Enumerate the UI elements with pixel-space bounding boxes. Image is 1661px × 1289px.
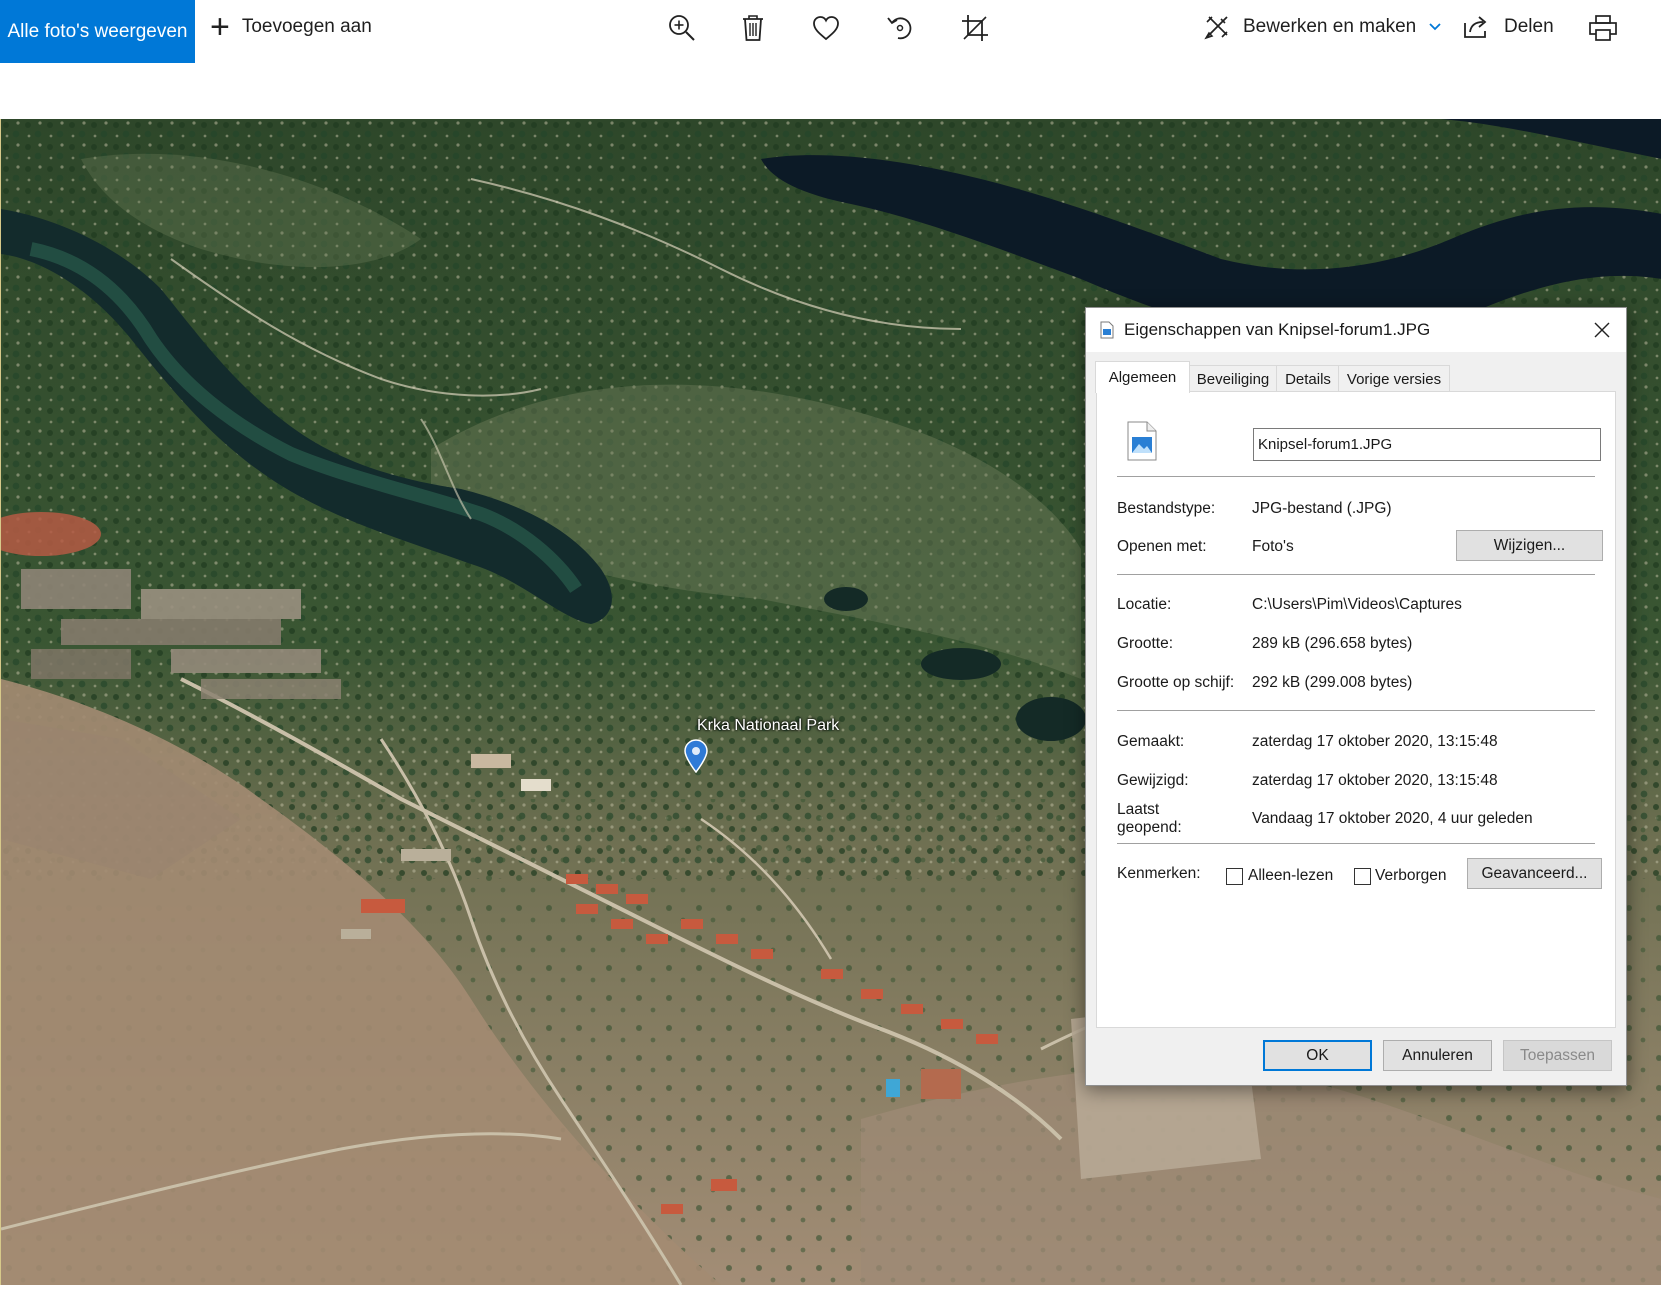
advanced-button[interactable]: Geavanceerd... [1467,858,1602,889]
separator [1117,843,1595,844]
tab-security[interactable]: Beveiliging [1188,365,1278,392]
add-to-button[interactable]: + Toevoegen aan [210,0,372,54]
print-button[interactable] [1583,10,1623,46]
add-to-label: Toevoegen aan [241,16,372,37]
open-with-label: Openen met: [1117,538,1207,555]
open-with-value: Foto's [1252,538,1294,555]
zoom-in-icon [669,15,695,41]
crop-icon [962,15,988,41]
edit-create-menu[interactable]: Bewerken en maken [1203,8,1442,46]
location-label: Locatie: [1117,596,1172,613]
app-toolbar: Alle foto's weergeven + Toevoegen aan Be… [0,0,1661,118]
hidden-label: Verborgen [1375,867,1447,884]
share-label: Delen [1504,16,1554,37]
printer-icon [1589,15,1617,41]
tab-details[interactable]: Details [1276,365,1340,392]
size-value: 289 kB (296.658 bytes) [1252,635,1413,652]
hidden-checkbox[interactable] [1354,868,1371,885]
location-value: C:\Users\Pim\Videos\Captures [1252,596,1462,613]
delete-button[interactable] [733,10,773,46]
apply-button[interactable]: Toepassen [1503,1040,1612,1071]
rotate-button[interactable] [880,10,920,46]
cancel-button[interactable]: Annuleren [1383,1040,1492,1071]
favorite-button[interactable] [806,10,846,46]
rotate-icon [887,17,912,40]
ok-button[interactable]: OK [1263,1040,1372,1071]
chevron-down-icon [1429,23,1441,31]
size-on-disk-label: Grootte op schijf: [1117,674,1235,691]
close-button[interactable] [1590,318,1614,342]
tab-general[interactable]: Algemeen [1095,361,1190,393]
created-label: Gemaakt: [1117,733,1185,750]
edit-create-label: Bewerken en maken [1243,16,1417,37]
image-file-icon [1100,321,1114,339]
attributes-label: Kenmerken: [1117,865,1201,882]
size-label: Grootte: [1117,635,1173,652]
tab-previous-versions[interactable]: Vorige versies [1338,365,1450,392]
zoom-in-button[interactable] [662,10,702,46]
trash-icon [743,15,763,41]
file-type-label: Bestandstype: [1117,500,1216,517]
properties-dialog: Eigenschappen van Knipsel-forum1.JPG Alg… [1085,307,1627,1086]
close-icon [1594,322,1610,338]
modified-value: zaterdag 17 oktober 2020, 13:15:48 [1252,772,1498,789]
separator [1117,574,1595,575]
size-on-disk-value: 292 kB (299.008 bytes) [1252,674,1413,691]
modified-label: Gewijzigd: [1117,772,1189,789]
accessed-label-line2: geopend: [1117,819,1182,836]
share-button[interactable]: Delen [1462,8,1554,46]
readonly-checkbox[interactable] [1226,868,1243,885]
dialog-titlebar[interactable]: Eigenschappen van Knipsel-forum1.JPG [1086,308,1626,352]
file-name-field[interactable] [1253,428,1601,461]
plus-icon: + [210,8,230,46]
heart-icon [813,16,839,41]
change-button[interactable]: Wijzigen... [1456,530,1603,561]
separator [1117,710,1595,711]
file-type-value: JPG-bestand (.JPG) [1252,500,1392,517]
created-value: zaterdag 17 oktober 2020, 13:15:48 [1252,733,1498,750]
image-file-icon [1127,421,1157,461]
accessed-value: Vandaag 17 oktober 2020, 4 uur geleden [1252,810,1533,827]
map-pin-icon [684,739,708,773]
readonly-label: Alleen-lezen [1248,867,1334,884]
crop-button[interactable] [955,10,995,46]
share-icon [1464,16,1487,38]
general-tab-panel: Bestandstype: JPG-bestand (.JPG) Openen … [1096,391,1616,1028]
separator [1117,476,1595,477]
edit-create-icon [1204,16,1228,40]
accessed-label-line1: Laatst [1117,801,1160,818]
dialog-title: Eigenschappen van Knipsel-forum1.JPG [1124,320,1431,339]
all-photos-button[interactable]: Alle foto's weergeven [0,0,195,63]
place-label: Krka Nationaal Park [697,717,840,734]
